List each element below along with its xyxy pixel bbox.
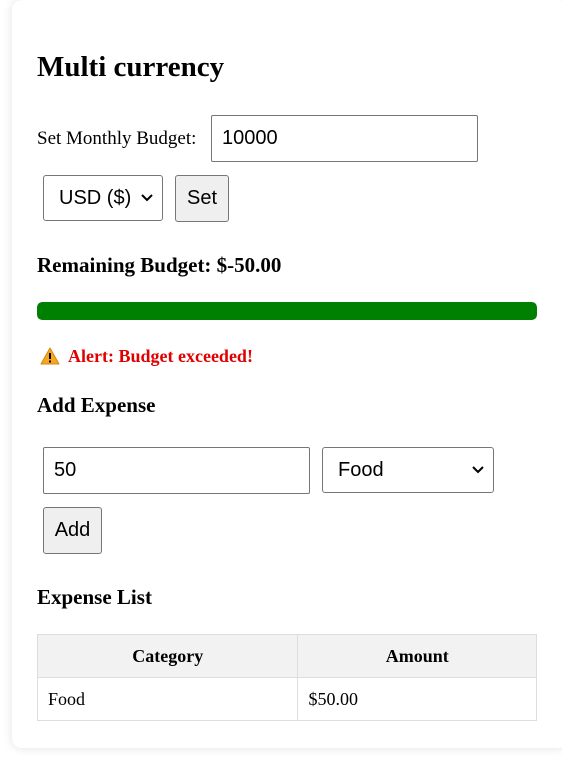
budget-label: Set Monthly Budget: bbox=[37, 128, 197, 149]
add-expense-heading: Add Expense bbox=[37, 393, 156, 417]
alert-text: Alert: Budget exceeded! bbox=[68, 346, 253, 366]
expense-table: Category Amount Food $50.00 bbox=[36, 634, 537, 721]
currency-select[interactable]: USD ($) bbox=[43, 175, 163, 221]
add-expense-button[interactable]: Add bbox=[43, 507, 102, 554]
column-header-amount: Amount bbox=[297, 634, 537, 678]
remaining-budget: Remaining Budget: $-50.00 bbox=[37, 253, 282, 277]
row-amount: $50.00 bbox=[297, 677, 537, 721]
expense-list-heading: Expense List bbox=[37, 585, 152, 609]
page-title: Multi currency bbox=[37, 51, 225, 83]
budget-alert: Alert: Budget exceeded! bbox=[40, 344, 253, 368]
add-expense-button-label: Add bbox=[54, 519, 91, 541]
expense-amount-input[interactable]: 50 bbox=[43, 447, 310, 494]
budget-progress-fill bbox=[37, 302, 537, 320]
set-budget-button[interactable]: Set bbox=[175, 175, 229, 222]
budget-progress-bar bbox=[37, 302, 537, 320]
set-budget-button-label: Set bbox=[186, 187, 218, 209]
warning-icon bbox=[40, 347, 60, 365]
chevron-down-icon bbox=[471, 463, 485, 477]
row-category: Food bbox=[36, 677, 299, 721]
expense-amount-value: 50 bbox=[54, 459, 77, 481]
budget-input[interactable]: 10000 bbox=[211, 115, 478, 162]
expense-category-select[interactable]: Food bbox=[322, 447, 494, 493]
column-header-category: Category bbox=[36, 634, 299, 678]
chevron-down-icon bbox=[140, 191, 154, 205]
expense-category-value: Food bbox=[338, 458, 384, 481]
budget-input-value: 10000 bbox=[222, 127, 278, 149]
table-header-row: Category Amount bbox=[36, 634, 537, 678]
currency-select-value: USD ($) bbox=[59, 186, 132, 209]
table-row: Food $50.00 bbox=[36, 677, 537, 721]
